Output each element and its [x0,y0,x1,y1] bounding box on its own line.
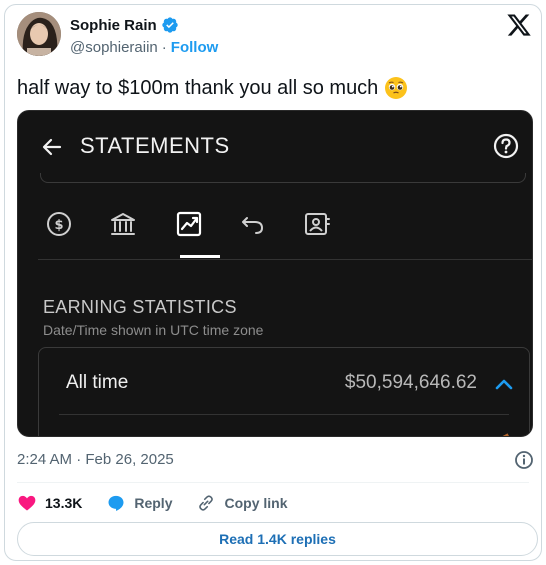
timezone-note: Date/Time shown in UTC time zone [43,322,264,338]
avatar[interactable] [17,12,61,56]
handle-separator: · [161,39,167,56]
author-name[interactable]: Sophie Rain [70,17,157,34]
author-handle[interactable]: @sophieraiin [70,39,158,56]
like-button[interactable]: 13.3K [17,493,82,513]
info-icon[interactable] [514,450,534,470]
reply-button[interactable]: Reply [106,493,172,513]
x-logo-icon[interactable] [506,12,532,38]
help-icon[interactable] [492,132,520,160]
panel-edge [40,173,526,183]
read-replies-button[interactable]: Read 1.4K replies [17,522,538,556]
chart-icon[interactable] [174,209,204,239]
period-label: All time [66,372,129,393]
bank-icon[interactable] [108,209,138,239]
like-count: 13.3K [45,495,83,511]
link-icon [199,495,214,511]
media-image[interactable]: STATEMENTS $ EARNING STATISTICS Date/Tim… [17,110,533,437]
tabs-divider [38,259,532,260]
verified-badge-icon [162,17,178,33]
reply-label: Reply [134,495,173,511]
pleading-face-icon [385,77,408,99]
panel-divider [59,414,509,415]
tweet-timestamp[interactable]: 2:24 AM · Feb 26, 2025 [17,451,174,468]
chevron-up-icon[interactable] [493,374,515,396]
earnings-amount: $50,594,646.62 [344,372,477,393]
statements-title: STATEMENTS [80,133,230,158]
all-time-panel[interactable]: All time $50,594,646.62 [38,347,530,436]
heart-icon [18,495,36,511]
statement-tabs: $ [34,201,394,261]
action-bar: 13.3K Reply Copy link [17,490,312,516]
reply-bubble-icon [108,495,124,511]
profile-card-icon[interactable] [302,209,332,239]
copy-link-label: Copy link [224,495,288,511]
earning-statistics-title: EARNING STATISTICS [43,297,237,317]
copy-link-button[interactable]: Copy link [196,493,288,513]
dollar-icon[interactable]: $ [44,209,74,239]
meta-divider [17,482,529,483]
svg-text:$: $ [54,218,63,233]
follow-button[interactable]: Follow [171,39,219,56]
back-arrow-icon[interactable] [40,135,64,159]
active-tab-indicator [180,255,220,258]
refund-icon[interactable] [238,209,268,239]
chart-line-fragment [496,433,510,436]
tweet-text: half way to $100m thank you all so much [17,76,379,99]
